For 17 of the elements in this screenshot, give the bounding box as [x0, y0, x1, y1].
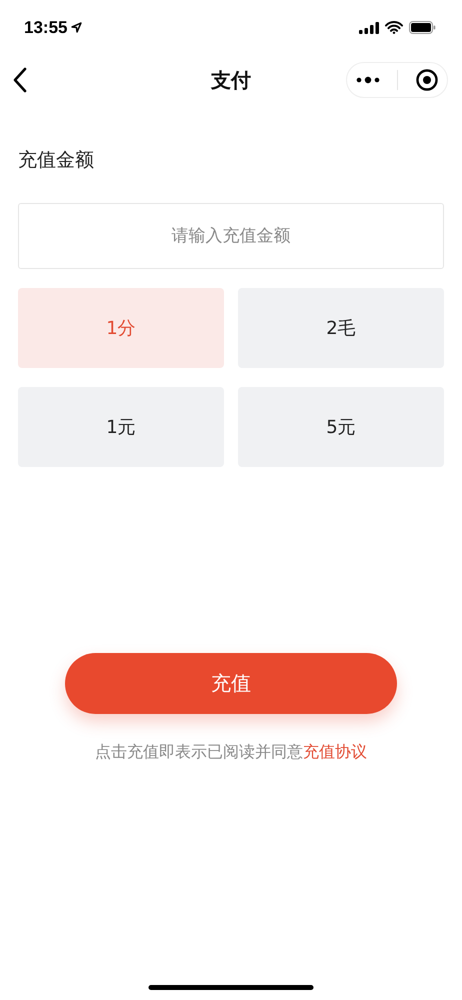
amount-input[interactable]: 请输入充值金额 — [18, 203, 444, 269]
signal-icon — [359, 22, 379, 34]
location-icon — [71, 22, 82, 33]
amount-option[interactable]: 1元 — [18, 387, 224, 467]
more-button[interactable] — [356, 76, 380, 84]
back-button[interactable] — [12, 67, 28, 93]
amount-label: 充值金额 — [18, 148, 94, 173]
amount-option[interactable]: 2毛 — [238, 288, 444, 368]
recharge-button[interactable]: 充值 — [65, 653, 397, 714]
page-title: 支付 — [211, 66, 251, 94]
status-time: 13:55 — [24, 18, 68, 38]
agreement-link[interactable]: 充值协议 — [303, 742, 367, 761]
agreement-text: 点击充值即表示已阅读并同意充值协议 — [95, 742, 367, 763]
close-button[interactable] — [416, 69, 438, 91]
amount-option[interactable]: 5元 — [238, 387, 444, 467]
wifi-icon — [385, 21, 403, 34]
battery-icon — [409, 21, 436, 34]
